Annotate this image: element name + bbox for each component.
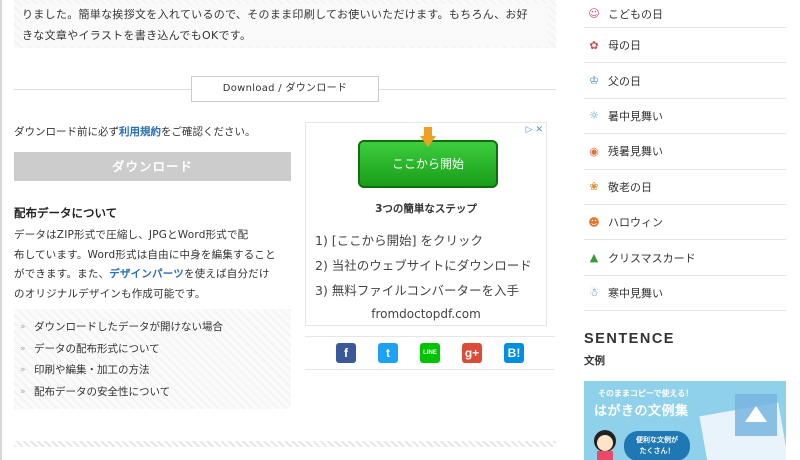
child-face-icon: ☺ <box>588 7 600 20</box>
related-links-box: » ダウンロードしたデータが開けない場合 » データの配布形式について » 印刷や編集… <box>14 309 291 409</box>
ad-step: 1) [ここから開始] をクリック <box>315 233 484 248</box>
sidebar-item-label: 敬老の日 <box>608 180 652 194</box>
sidebar-item-keiro[interactable]: ❀ 敬老の日 <box>584 170 786 205</box>
terms-link[interactable]: 利用規約 <box>119 126 161 138</box>
about-line-2: 布しています。Word形式は自由に中身を編集すること <box>14 248 276 261</box>
sidebar-item-kodomo[interactable]: ☺ こどもの日 <box>584 0 786 28</box>
sidebar-item-label: ハロウィン <box>608 216 663 230</box>
pumpkin-icon: ☻ <box>588 215 600 229</box>
banner-bubble-line-2: たくさん！ <box>639 447 675 455</box>
related-link-label: 印刷や編集・加工の方法 <box>34 364 150 376</box>
about-line-1: データはZIP形式で圧縮し、JPGとWord形式で配 <box>14 229 249 241</box>
related-link[interactable]: » 配布データの安全性について <box>20 382 285 404</box>
father-icon: ♔ <box>589 74 599 88</box>
sidebar-item-label: 残暑見舞い <box>608 145 663 159</box>
twitter-share-button[interactable]: t <box>378 343 398 363</box>
sidebar-item-label: クリスマスカード <box>608 251 696 265</box>
flower-icon: ✿ <box>589 38 599 52</box>
related-link[interactable]: » 印刷や編集・加工の方法 <box>20 360 285 382</box>
ad-step: 3) 無料ファイルコンバーターを入手 <box>315 283 520 298</box>
ad-close-icon[interactable]: ✕ <box>535 125 543 135</box>
sidebar-item-shochu[interactable]: ☼ 暑中見舞い <box>584 99 786 135</box>
ad-cta-button[interactable]: ここから開始 <box>358 140 498 188</box>
intro-line-1: りました。簡単な挨拶文を入れているので、そのまま印刷してお使いいただけます。もち… <box>22 4 548 25</box>
sidebar-item-label: 暑中見舞い <box>608 109 663 123</box>
sidebar-item-haha[interactable]: ✿ 母の日 <box>584 28 786 64</box>
banner-speech-bubble: 便利な文例が たくさん！ <box>624 431 690 460</box>
line-share-button[interactable]: LINE <box>420 343 440 363</box>
banner-bubble-line-1: 便利な文例が <box>636 436 678 444</box>
chevron-right-icon: » <box>20 322 26 332</box>
chevron-right-icon: » <box>20 343 26 354</box>
tree-icon: ▲ <box>589 251 599 265</box>
sidebar-item-label: 父の日 <box>608 74 641 88</box>
scroll-to-top-button[interactable] <box>735 394 777 436</box>
elder-icon: ❀ <box>589 180 599 194</box>
about-data-title: 配布データについて <box>14 206 118 220</box>
bottom-divider <box>14 441 556 447</box>
chevron-right-icon: » <box>20 365 26 375</box>
download-heading: Download / ダウンロード <box>191 76 379 102</box>
related-link[interactable]: » データの配布形式について <box>20 339 285 361</box>
facebook-share-button[interactable]: f <box>336 343 356 363</box>
summer-icon: ☼ <box>589 109 599 123</box>
ad-step: 2) 当社のウェブサイトにダウンロード <box>315 258 532 273</box>
sidebar-item-chichi[interactable]: ♔ 父の日 <box>584 63 786 99</box>
sidebar-item-christmas[interactable]: ▲ クリスマスカード <box>584 240 786 276</box>
girl-illustration-icon <box>594 430 616 460</box>
about-line-3: ができます。また、デザインパーツを使えば自分だけ <box>14 265 296 285</box>
intro-line-2: きな文章やイラストを書き込んでもOKです。 <box>22 25 548 46</box>
sidebar-item-label: 寒中見舞い <box>608 286 663 300</box>
about-data-text: データはZIP形式で圧縮し、JPGとWord形式で配 布しています。Word形式… <box>14 226 296 304</box>
arrow-up-icon <box>745 406 767 422</box>
sidebar-item-label: こどもの日 <box>608 7 663 21</box>
download-button[interactable]: ダウンロード <box>14 152 291 181</box>
ad-banner[interactable]: ▷ ✕ ここから開始 3つの簡単なステップ 1) [ここから開始] をクリック … <box>305 122 547 326</box>
sidebar-item-label: 母の日 <box>608 39 641 53</box>
googleplus-share-button[interactable]: g+ <box>462 343 482 363</box>
sentence-subheading: 文例 <box>584 355 605 367</box>
ad-info-icon[interactable]: ▷ <box>526 125 533 135</box>
sidebar-item-kanchu[interactable]: ☃ 寒中見舞い <box>584 276 786 312</box>
about-line-4: のオリジナルデザインも作成可能です。 <box>14 287 206 300</box>
terms-suffix: をご確認ください。 <box>161 126 256 138</box>
related-link[interactable]: » ダウンロードしたデータが開けない場合 <box>20 317 285 339</box>
sidebar-category-list: ☺ こどもの日 ✿ 母の日 ♔ 父の日 ☼ 暑中見舞い ◉ 残暑見舞い ❀ 敬老の日 ☻ ハロ… <box>584 0 786 312</box>
about-line-3-suffix: を使えば自分だけ <box>183 268 270 280</box>
related-link-label: ダウンロードしたデータが開けない場合 <box>34 321 223 333</box>
sentence-heading: SENTENCE <box>584 331 675 347</box>
ad-controls[interactable]: ▷ ✕ <box>526 125 543 135</box>
terms-notice: ダウンロード前に必ず利用規約をご確認ください。 <box>14 124 256 139</box>
arrow-down-icon <box>420 127 436 147</box>
hatena-share-button[interactable]: B! <box>504 343 524 363</box>
related-link-label: 配布データの安全性について <box>34 385 171 398</box>
share-buttons: f t LINE g+ B! <box>305 336 555 370</box>
terms-prefix: ダウンロード前に必ず <box>14 126 119 138</box>
design-parts-link[interactable]: デザインパーツ <box>109 268 184 280</box>
banner-title: はがきの文例集 <box>594 404 689 419</box>
watermelon-icon: ◉ <box>589 144 599 158</box>
ad-domain: fromdoctopdf.com <box>371 307 481 321</box>
ad-subtitle: 3つの簡単なステップ <box>375 203 477 215</box>
snowman-icon: ☃ <box>589 286 599 300</box>
related-link-label: データの配布形式について <box>34 342 160 355</box>
page-left-border <box>0 0 2 460</box>
about-line-3-prefix: ができます。また、 <box>14 268 110 280</box>
intro-text-box: りました。簡単な挨拶文を入れているので、そのまま印刷してお使いいただけます。もち… <box>14 0 556 48</box>
chevron-right-icon: » <box>20 386 26 397</box>
sidebar-item-zansho[interactable]: ◉ 残暑見舞い <box>584 134 786 170</box>
banner-tagline: そのままコピーで使える！ <box>598 389 694 398</box>
sidebar-item-halloween[interactable]: ☻ ハロウィン <box>584 205 786 241</box>
